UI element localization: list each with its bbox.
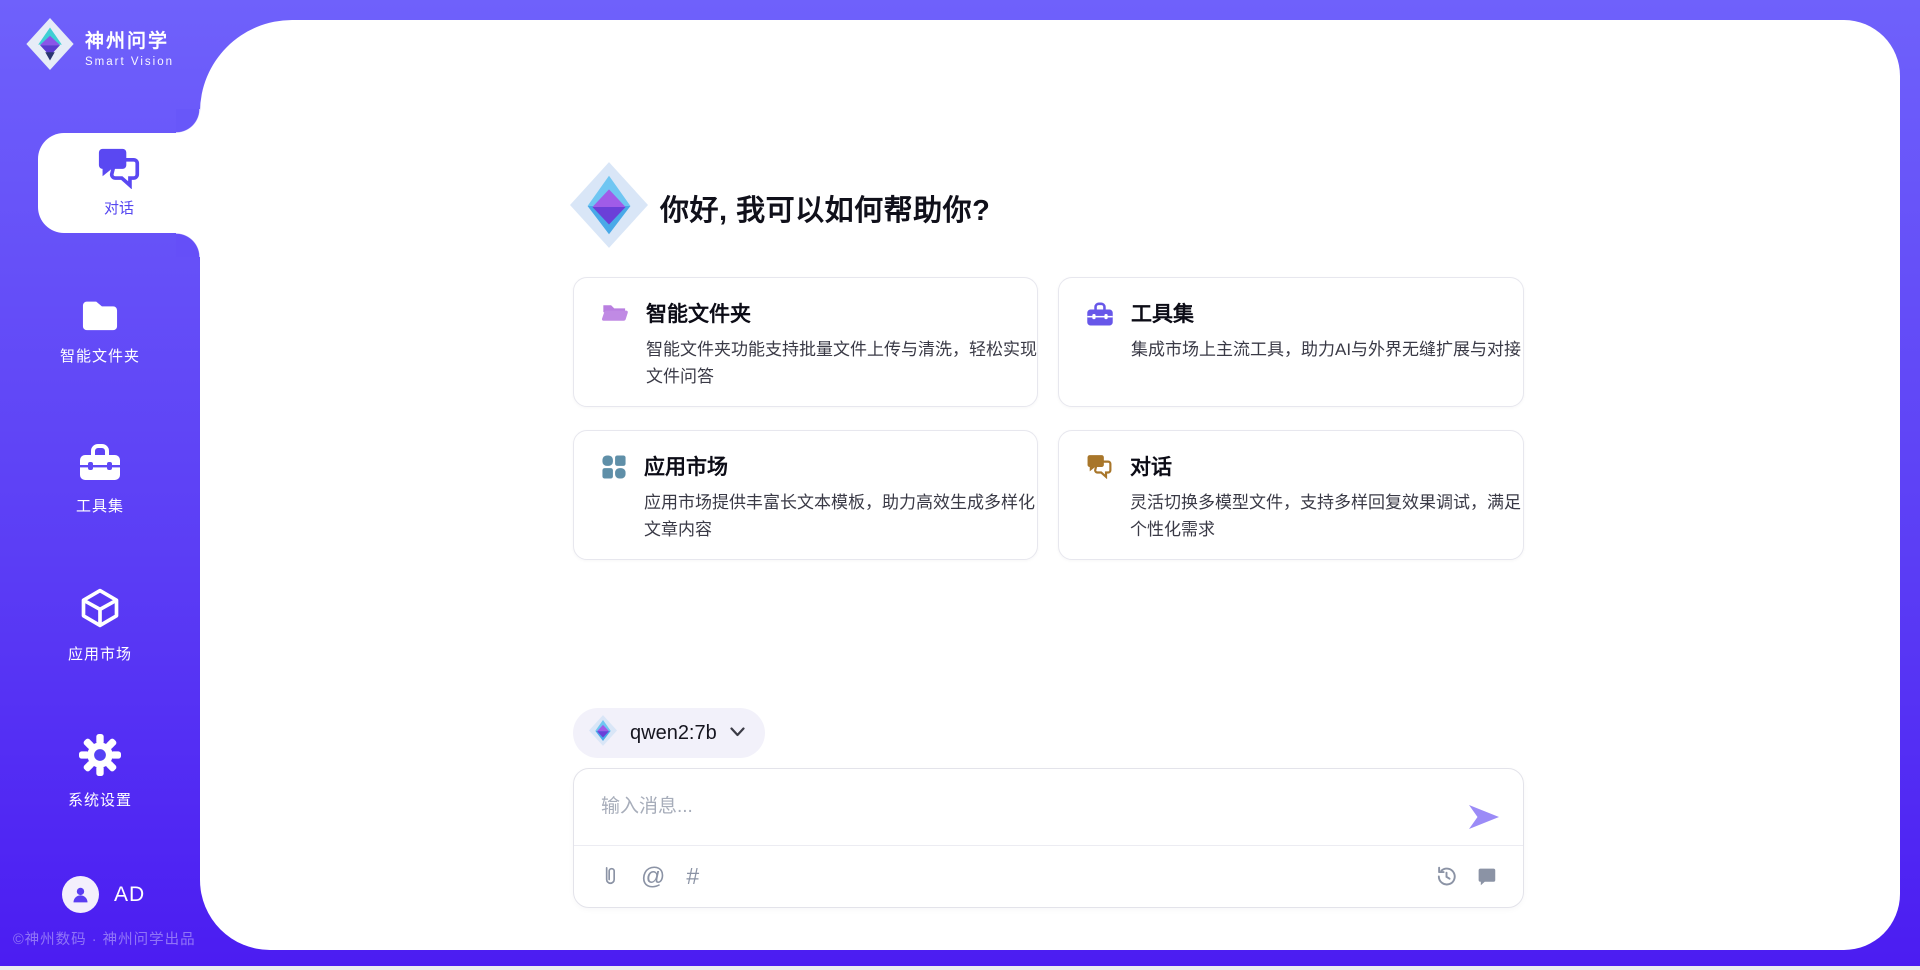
main-content-panel: 你好, 我可以如何帮助你? 智能文件夹 智能文件夹功能支持批量文件上传与清洗，轻… — [200, 20, 1900, 950]
sidebar-item-label: 对话 — [38, 197, 200, 218]
composer-toolbar-right — [1435, 865, 1497, 888]
greeting-text: 你好, 我可以如何帮助你? — [660, 187, 990, 229]
chat-bubbles-icon — [96, 147, 142, 194]
card-title: 对话 — [1130, 451, 1535, 481]
chevron-down-icon — [730, 724, 745, 742]
attachment-icon[interactable] — [600, 865, 620, 889]
greeting-block: 你好, 我可以如何帮助你? — [570, 162, 990, 253]
card-app-market[interactable]: 应用市场 应用市场提供丰富长文本模板，助力高效生成多样化文章内容 — [573, 430, 1038, 560]
card-desc: 应用市场提供丰富长文本模板，助力高效生成多样化文章内容 — [644, 489, 1049, 543]
briefcase-icon — [1086, 301, 1114, 332]
sidebar-item-tools[interactable]: 工具集 — [0, 442, 200, 516]
message-input[interactable] — [574, 769, 1414, 835]
sidebar-item-market[interactable]: 应用市场 — [0, 586, 200, 664]
card-desc: 智能文件夹功能支持批量文件上传与清洗，轻松实现文件问答 — [646, 336, 1051, 390]
card-smart-folder[interactable]: 智能文件夹 智能文件夹功能支持批量文件上传与清洗，轻松实现文件问答 — [573, 277, 1038, 407]
user-account[interactable]: AD — [62, 876, 145, 913]
sidebar-item-chat[interactable]: 对话 — [38, 133, 200, 233]
brand-name: 神州问学 — [85, 26, 174, 53]
card-title: 智能文件夹 — [646, 298, 1051, 328]
copyright-text: ©神州数码 · 神州问学出品 — [13, 928, 196, 949]
card-title: 应用市场 — [644, 451, 1049, 481]
brand-logo: 神州问学 Smart Vision — [26, 18, 174, 75]
sidebar-item-label: 智能文件夹 — [0, 345, 200, 366]
card-desc: 集成市场上主流工具，助力AI与外界无缝扩展与对接 — [1131, 336, 1536, 363]
model-selector[interactable]: qwen2:7b — [573, 708, 765, 758]
history-icon[interactable] — [1435, 865, 1458, 888]
sidebar-item-folders[interactable]: 智能文件夹 — [0, 296, 200, 366]
mention-icon[interactable]: @ — [641, 863, 665, 891]
tab-fillet-top — [176, 109, 200, 133]
tab-fillet-bottom — [176, 233, 200, 257]
brand-subtitle: Smart Vision — [85, 56, 174, 68]
card-desc: 灵活切换多模型文件，支持多样回复效果调试，满足个性化需求 — [1130, 489, 1535, 543]
feature-cards: 智能文件夹 智能文件夹功能支持批量文件上传与清洗，轻松实现文件问答 工具集 集成… — [573, 277, 1524, 560]
sidebar-item-label: 应用市场 — [0, 643, 200, 664]
app-grid-icon — [601, 454, 627, 485]
folder-icon — [79, 319, 121, 336]
card-toolset[interactable]: 工具集 集成市场上主流工具，助力AI与外界无缝扩展与对接 — [1058, 277, 1524, 407]
person-avatar-icon — [62, 876, 99, 913]
cube-icon — [78, 617, 122, 634]
gear-icon — [79, 763, 121, 780]
model-name: qwen2:7b — [630, 722, 717, 745]
diamond-logo-icon — [26, 18, 74, 75]
card-title: 工具集 — [1131, 298, 1536, 328]
message-composer: @ # — [573, 768, 1524, 908]
send-arrow-icon[interactable] — [1469, 805, 1499, 834]
open-folder-icon — [601, 301, 629, 330]
composer-toolbar: @ # — [574, 845, 1523, 907]
briefcase-icon — [78, 469, 122, 486]
sidebar-item-settings[interactable]: 系统设置 — [0, 734, 200, 810]
model-diamond-icon — [589, 715, 617, 751]
page-bottom-edge — [0, 966, 1920, 970]
chat-bubbles-icon — [1086, 454, 1113, 484]
card-chat[interactable]: 对话 灵活切换多模型文件，支持多样回复效果调试，满足个性化需求 — [1058, 430, 1524, 560]
feedback-bubble-icon[interactable] — [1476, 866, 1497, 887]
sidebar: 神州问学 Smart Vision 对话 智能文件夹 — [0, 0, 200, 970]
brand-diamond-large-icon — [570, 162, 648, 253]
sidebar-item-label: 工具集 — [0, 495, 200, 516]
hash-icon[interactable]: # — [686, 863, 699, 890]
sidebar-item-label: 系统设置 — [0, 789, 200, 810]
user-initials: AD — [114, 883, 145, 907]
